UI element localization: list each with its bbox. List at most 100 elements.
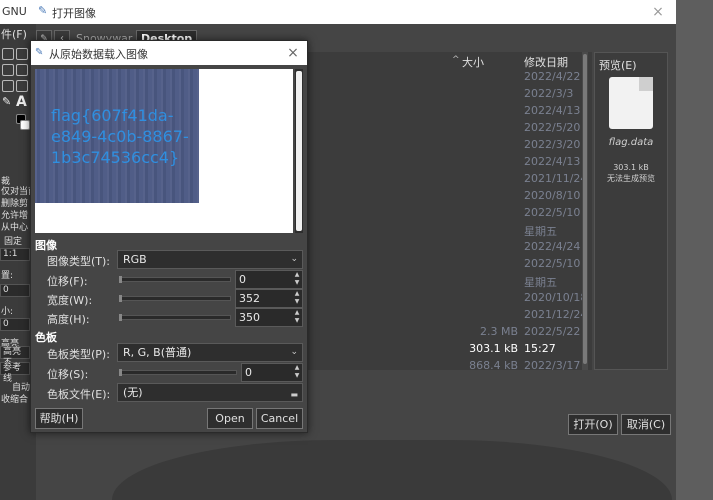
background-color-swatch[interactable]	[20, 120, 30, 130]
sort-arrow-icon: ^	[452, 55, 460, 65]
gimp-icon: ✎	[38, 4, 48, 17]
file-date: 2022/5/10	[524, 257, 581, 270]
file-date: 2020/8/10	[524, 189, 581, 202]
ratio-field[interactable]: 1:1	[0, 248, 30, 261]
spin-arrows-icon[interactable]: ▲ ▼	[293, 290, 301, 307]
file-date: 2020/10/18	[524, 291, 588, 304]
width-slider[interactable]	[117, 289, 233, 308]
file-date: 2022/4/13	[524, 104, 581, 117]
file-row[interactable]: 2021/11/24	[304, 171, 587, 188]
file-row[interactable]: 2022/5/10	[304, 256, 582, 273]
cancel-button[interactable]: 取消(C)	[621, 414, 671, 435]
position-field[interactable]: 0	[0, 284, 30, 297]
file-row[interactable]: 303.1 kB 15:27	[304, 341, 582, 358]
height-spin[interactable]: 350 ▲ ▼	[235, 308, 303, 327]
file-row[interactable]: 2022/3/3	[304, 86, 582, 103]
gimp-icon: ✎	[35, 47, 44, 58]
spin-arrows-icon[interactable]: ▲ ▼	[293, 271, 301, 288]
close-icon[interactable]: ×	[650, 4, 666, 20]
fixed-label: 固定	[4, 237, 23, 247]
file-list-scroll-thumb[interactable]	[583, 54, 587, 364]
guides-field[interactable]: 参考线	[0, 362, 30, 384]
palette-offset-slider[interactable]	[117, 363, 239, 382]
file-row[interactable]: 2022/4/22	[304, 69, 582, 86]
preview-file-name: flag.data	[608, 137, 654, 148]
file-row[interactable]: 2022/4/13	[304, 154, 582, 171]
file-row[interactable]: 868.4 kB 2022/3/17	[304, 358, 582, 375]
palette-file-label: 色板文件(E):	[47, 388, 111, 401]
file-date: 2022/5/20	[524, 121, 581, 134]
position-label: 置:	[1, 271, 14, 281]
file-row[interactable]: 2020/8/10	[304, 188, 582, 205]
preview-label[interactable]: 预览(E)	[599, 57, 637, 73]
select-tool-icon[interactable]	[16, 48, 28, 60]
preview-panel: 预览(E) flag.data 303.1 kB 无法生成预览	[594, 52, 668, 370]
desktop-background	[676, 0, 713, 500]
height-slider[interactable]	[117, 308, 233, 327]
palette-offset-spin[interactable]: 0 ▲ ▼	[241, 363, 303, 382]
file-row[interactable]: 2020/10/18	[304, 290, 587, 307]
offset-spin[interactable]: 0 ▲ ▼	[235, 270, 303, 289]
file-row[interactable]: 星期五	[304, 222, 582, 239]
raw-cancel-button[interactable]: Cancel	[256, 408, 303, 429]
flag-text: flag{607f41da-e849-4c0b-8867-1b3c74536cc…	[51, 106, 189, 167]
preview-scroll-thumb[interactable]	[296, 71, 302, 231]
size-field[interactable]: 0	[0, 318, 30, 331]
open-dialog-title: 打开图像	[52, 7, 96, 20]
file-row[interactable]: 2022/5/20	[304, 120, 582, 137]
lasso-tool-icon[interactable]	[2, 64, 14, 76]
offset-slider[interactable]	[117, 270, 233, 289]
file-row[interactable]: 2021/12/24	[304, 307, 587, 324]
raw-dialog-titlebar: ✎ 从原始数据载入图像 ×	[31, 41, 307, 65]
palette-file-chooser[interactable]: (无) ▬	[117, 383, 303, 402]
help-button[interactable]: 帮助(H)	[35, 408, 83, 429]
size-label: 小:	[1, 307, 14, 317]
width-spin[interactable]: 352 ▲ ▼	[235, 289, 303, 308]
palette-type-select[interactable]: R, G, B(普通) ⌄	[117, 343, 303, 362]
file-date: 2022/3/20	[524, 138, 581, 151]
file-row[interactable]: 2022/5/10	[304, 205, 582, 222]
file-row[interactable]: 2022/4/13	[304, 103, 582, 120]
file-date: 2022/5/10	[524, 206, 581, 219]
spin-arrows-icon[interactable]: ▲ ▼	[293, 309, 301, 326]
height-label: 高度(H):	[47, 313, 90, 326]
height-value: 350	[239, 311, 260, 324]
raw-data-dialog: ✎ 从原始数据载入图像 × flag{607f41da-e849-4c0b-88…	[30, 40, 308, 433]
image-type-select[interactable]: RGB ⌄	[117, 250, 303, 269]
raw-open-button[interactable]: Open	[207, 408, 253, 429]
file-date: 2022/4/13	[524, 155, 581, 168]
gimp-title: GNU	[0, 0, 36, 24]
file-row[interactable]: 2.3 MB 2022/5/22	[304, 324, 582, 341]
file-date: 2021/11/24	[524, 172, 588, 185]
file-size: 303.1 kB	[469, 342, 518, 355]
column-modified-header[interactable]: 修改日期	[524, 54, 568, 70]
file-date: 2022/4/22	[524, 70, 581, 83]
spin-arrows-icon[interactable]: ▲ ▼	[293, 364, 301, 381]
brush-tool-icon[interactable]	[2, 80, 14, 92]
move-tool-icon[interactable]	[2, 48, 14, 60]
eraser-tool-icon[interactable]	[16, 80, 28, 92]
palette-type-label: 色板类型(P):	[47, 348, 110, 361]
file-date: 2022/3/17	[524, 359, 581, 372]
preview-file-size: 303.1 kB	[613, 163, 649, 172]
highlight-field[interactable]: 高亮不	[0, 346, 30, 368]
file-row[interactable]: 星期五	[304, 273, 582, 290]
crop-tool-icon[interactable]	[16, 64, 28, 76]
paint-tool-icon[interactable]: ✎	[2, 96, 14, 108]
chevron-down-icon: ⌄	[290, 254, 298, 264]
file-row[interactable]: 2022/4/24	[304, 239, 582, 256]
close-icon[interactable]: ×	[285, 45, 301, 61]
file-date: 星期五	[524, 276, 557, 289]
column-size-header[interactable]: 大小	[462, 54, 484, 70]
file-date: 2021/12/24	[524, 308, 588, 321]
palette-file-value: (无)	[123, 386, 143, 399]
image-section-heading: 图像	[35, 239, 57, 252]
palette-type-value: R, G, B(普通)	[123, 346, 192, 359]
open-button[interactable]: 打开(O)	[568, 414, 618, 435]
width-label: 宽度(W):	[47, 294, 93, 307]
raw-dialog-title: 从原始数据载入图像	[49, 48, 148, 61]
palette-section-heading: 色板	[35, 331, 57, 344]
file-list[interactable]: ^ 大小 修改日期 2022/4/22 2022/3/3 2022/4/13 2022…	[304, 52, 592, 372]
text-tool-icon[interactable]: A	[16, 95, 28, 109]
file-row[interactable]: 2022/3/20	[304, 137, 582, 154]
